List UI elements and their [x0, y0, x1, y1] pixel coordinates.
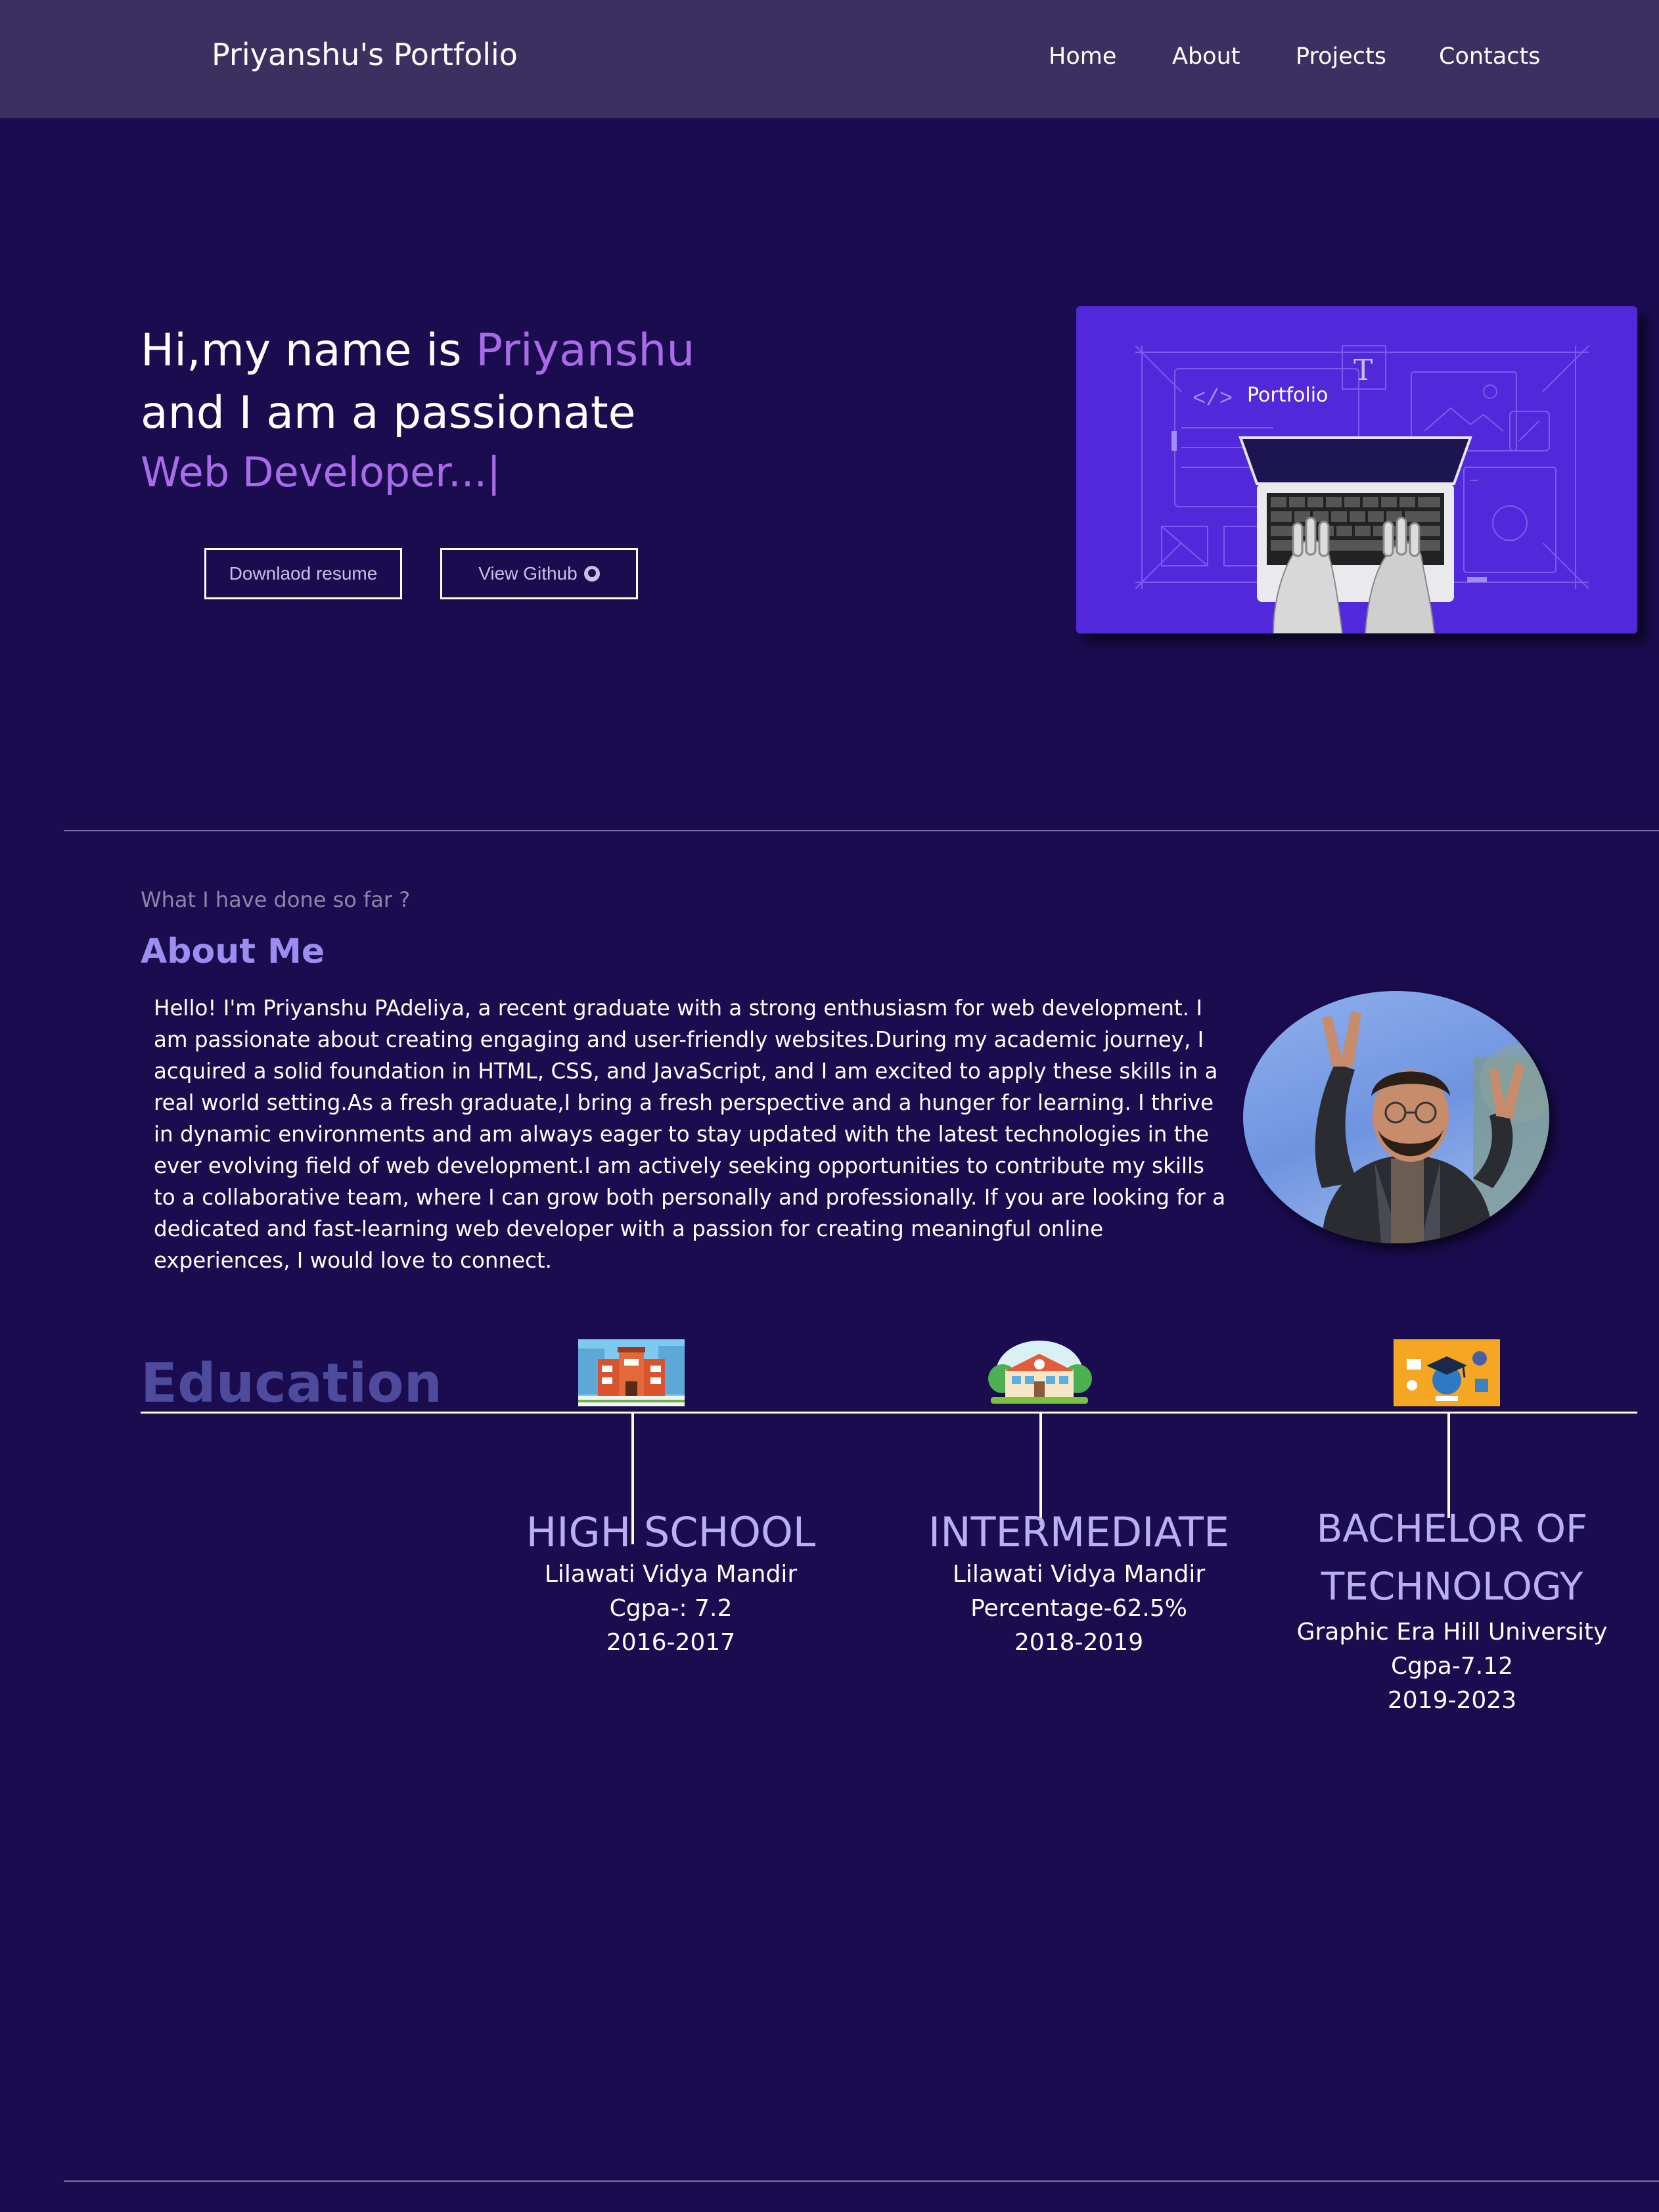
hero-subline: and I am a passionate — [141, 387, 636, 439]
education-timeline — [141, 1412, 1637, 1414]
hero-illustration: </> Portfolio T — [1076, 306, 1637, 634]
hero-greeting-prefix: Hi,my name is — [141, 325, 476, 377]
profile-person-icon — [1315, 1011, 1549, 1243]
view-github-label: View Github — [478, 563, 578, 584]
download-resume-label: Downlaod resume — [229, 563, 378, 584]
about-kicker: What I have done so far ? — [141, 887, 411, 912]
svg-text:</>: </> — [1193, 387, 1233, 412]
laptop-illustration-icon: </> Portfolio T — [1135, 345, 1589, 634]
illustration-portfolio-label: Portfolio — [1247, 384, 1328, 407]
github-icon — [583, 566, 600, 582]
education-degree-line1: BACHELOR OF — [1316, 1506, 1588, 1551]
view-github-button[interactable]: View Github — [440, 548, 638, 599]
education-school: Graphic Era Hill University — [1296, 1619, 1608, 1646]
section-divider-bottom — [64, 2180, 1659, 2182]
download-resume-button[interactable]: Downlaod resume — [204, 548, 402, 599]
education-card-intermediate: INTERMEDIATE Lilawati Vidya Mandir Perce… — [915, 1508, 1243, 1660]
education-years: 2018-2019 — [1014, 1629, 1144, 1656]
hero-role-text: Web Developer... — [141, 448, 488, 496]
graduation-icon — [1394, 1339, 1500, 1406]
education-title: Education — [141, 1352, 443, 1415]
hero-typed-role: Web Developer...| — [141, 448, 501, 496]
education-score: Percentage-62.5% — [970, 1595, 1187, 1622]
nav-link-projects[interactable]: Projects — [1296, 43, 1386, 70]
hero-greeting: Hi,my name is Priyanshu — [141, 325, 694, 377]
education-card-btech: BACHELOR OF TECHNOLOGY Graphic Era Hill … — [1288, 1500, 1616, 1718]
education-degree: HIGH SCHOOL — [526, 1508, 816, 1556]
nav-link-home[interactable]: Home — [1049, 43, 1116, 70]
hero-name: Priyanshu — [476, 325, 695, 377]
education-degree: BACHELOR OF TECHNOLOGY — [1288, 1500, 1616, 1615]
section-divider-top — [64, 830, 1659, 831]
education-years: 2019-2023 — [1387, 1687, 1517, 1714]
education-degree: INTERMEDIATE — [928, 1508, 1230, 1556]
education-school: Lilawati Vidya Mandir — [952, 1561, 1206, 1588]
nav-link-contacts[interactable]: Contacts — [1439, 43, 1540, 70]
college-building-icon — [986, 1339, 1093, 1408]
svg-text:T: T — [1353, 354, 1373, 387]
education-school: Lilawati Vidya Mandir — [544, 1561, 798, 1588]
education-score: Cgpa-: 7.2 — [609, 1595, 733, 1622]
education-score: Cgpa-7.12 — [1390, 1653, 1514, 1680]
school-building-icon — [578, 1339, 685, 1406]
navbar: Priyanshu's Portfolio Home About Project… — [0, 0, 1659, 118]
nav-link-about[interactable]: About — [1172, 43, 1240, 70]
typing-cursor: | — [487, 448, 501, 496]
nav-links: Home About Projects Contacts — [0, 43, 1659, 76]
about-paragraph: Hello! I'm Priyanshu PAdeliya, a recent … — [154, 996, 1226, 1273]
education-degree-line2: TECHNOLOGY — [1321, 1564, 1583, 1609]
about-title: About Me — [141, 932, 325, 971]
education-years: 2016-2017 — [606, 1629, 736, 1656]
profile-photo — [1243, 991, 1549, 1243]
education-card-high-school: HIGH SCHOOL Lilawati Vidya Mandir Cgpa-:… — [507, 1508, 835, 1660]
